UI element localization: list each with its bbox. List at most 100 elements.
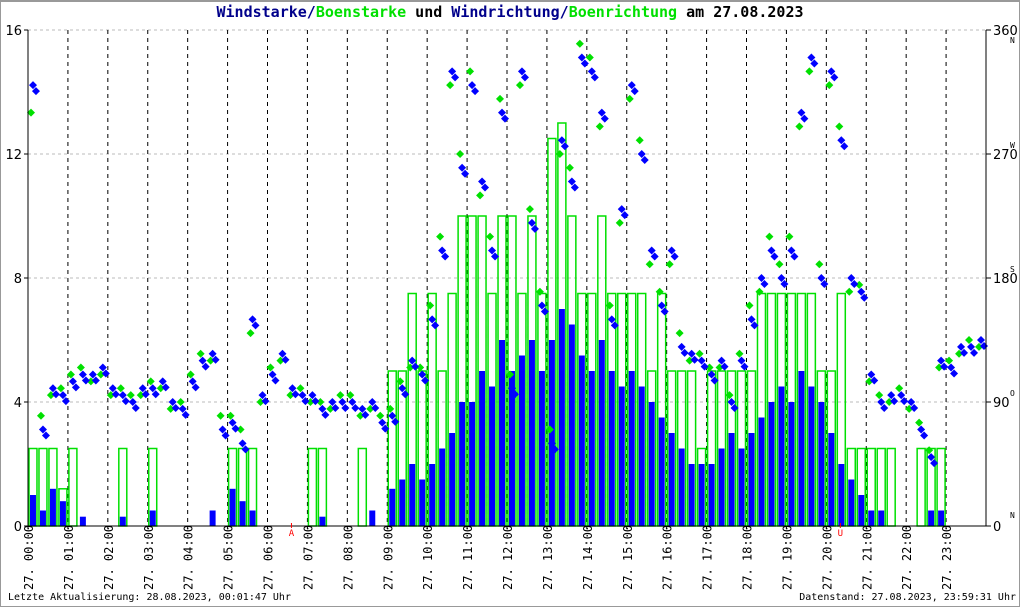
gust-direction-point (795, 122, 804, 131)
speed-bar (39, 510, 46, 526)
speed-bar (668, 433, 675, 526)
speed-bar (798, 371, 805, 526)
speed-bar (30, 495, 36, 526)
compass-label: O (1010, 389, 1015, 398)
gust-direction-point (396, 377, 405, 386)
gust-direction-point (565, 163, 574, 172)
speed-bar (558, 309, 565, 526)
gust-direction-point (665, 260, 674, 269)
speed-bar (319, 516, 326, 526)
speed-bar (229, 488, 236, 526)
speed-bar (499, 340, 505, 526)
speed-bar (648, 402, 655, 526)
gust-direction-point (645, 260, 654, 269)
speed-bar (489, 386, 496, 526)
speed-bar (828, 433, 835, 526)
speed-bar (419, 479, 426, 526)
x-tick-label: 27. 10:00 (421, 525, 435, 590)
gust-direction-point (755, 287, 764, 296)
last-update-text: Letzte Aktualisierung: 28.08.2023, 00:01… (8, 592, 291, 603)
speed-bar (938, 510, 945, 526)
x-tick-label: 27. 04:00 (182, 525, 196, 590)
compass-label: W (1010, 141, 1015, 150)
gust-direction-point (695, 349, 704, 358)
speed-bar (868, 510, 875, 526)
gust-direction-point (925, 446, 934, 455)
gust-direction-point (615, 218, 624, 227)
x-tick-label: 27. 22:00 (900, 525, 914, 590)
gust-direction-point (875, 391, 884, 400)
speed-bar (728, 433, 735, 526)
gust-direction-point (336, 391, 345, 400)
speed-bar (758, 417, 765, 526)
right-tick-label: 270 (993, 148, 1018, 163)
gust-direction-point (605, 301, 614, 310)
gust-bar (317, 447, 328, 527)
gust-direction-point (835, 122, 844, 131)
gust-direction-point (815, 260, 824, 269)
x-tick-label: 27. 21:00 (860, 525, 874, 590)
gust-direction-point (725, 391, 734, 400)
speed-bar (608, 371, 615, 526)
speed-bar (399, 479, 406, 526)
speed-bar (708, 464, 715, 526)
gust-direction-point (496, 94, 505, 103)
gust-direction-point (266, 363, 275, 372)
gust-bar (357, 447, 368, 527)
speed-bar (479, 371, 486, 526)
speed-bar (788, 402, 795, 526)
speed-bar (858, 495, 865, 526)
compass-label: N (1010, 511, 1015, 520)
x-tick-label: 27. 09:00 (381, 525, 395, 590)
x-tick-label: 27. 16:00 (661, 525, 675, 590)
gust-direction-point (246, 329, 255, 338)
speed-bar (449, 433, 456, 526)
gust-direction-point (965, 336, 974, 344)
speed-bar (818, 402, 825, 526)
speed-bar (588, 371, 595, 526)
x-tick-label: 27. 06:00 (262, 525, 276, 590)
gust-direction-point (805, 67, 814, 76)
gust-direction-point (196, 349, 205, 358)
speed-bar (598, 340, 605, 526)
speed-bar (209, 510, 216, 526)
gust-direction-point (575, 39, 584, 48)
x-tick-label: 27. 05:00 (222, 525, 236, 590)
wind-chart: 04812160N90O180S270W360N27. 00:00 27. 01:… (5, 24, 1018, 590)
gust-direction-point (216, 411, 225, 420)
sun-marker-label: U (838, 529, 843, 539)
gust-direction-point (176, 398, 185, 406)
gust-direction-point (126, 391, 135, 400)
speed-bar (389, 488, 396, 526)
x-tick-label: 27. 13:00 (541, 525, 555, 590)
x-tick-label: 27. 03:00 (142, 525, 156, 590)
left-tick-label: 12 (5, 148, 22, 163)
gust-direction-point (56, 384, 65, 393)
gust-direction-point (446, 81, 455, 90)
gust-bar (886, 447, 896, 527)
left-tick-label: 0 (14, 520, 22, 535)
gust-direction-point (436, 232, 445, 241)
gust-direction-point (635, 136, 644, 145)
x-tick-label: 27. 08:00 (341, 525, 355, 590)
speed-bar (459, 402, 466, 526)
right-tick-label: 0 (993, 520, 1001, 535)
gust-direction-point (36, 411, 45, 420)
speed-bar (808, 386, 815, 526)
gust-direction-point (735, 349, 744, 358)
gust-bar (307, 447, 318, 527)
gust-direction-point (296, 384, 305, 393)
gust-direction-point (525, 205, 534, 214)
gust-direction-point (515, 81, 524, 90)
gust-direction-point (76, 363, 85, 372)
gust-direction-point (226, 411, 235, 420)
left-tick-label: 8 (14, 272, 22, 287)
speed-bar (628, 371, 635, 526)
speed-bar (848, 479, 855, 526)
compass-label: S (1010, 265, 1015, 274)
speed-bar (439, 448, 446, 526)
data-status-text: Datenstand: 27.08.2023, 23:59:31 Uhr (799, 592, 1016, 603)
speed-bar (429, 464, 436, 526)
speed-bar (778, 386, 785, 526)
x-tick-label: 27. 01:00 (62, 525, 76, 590)
